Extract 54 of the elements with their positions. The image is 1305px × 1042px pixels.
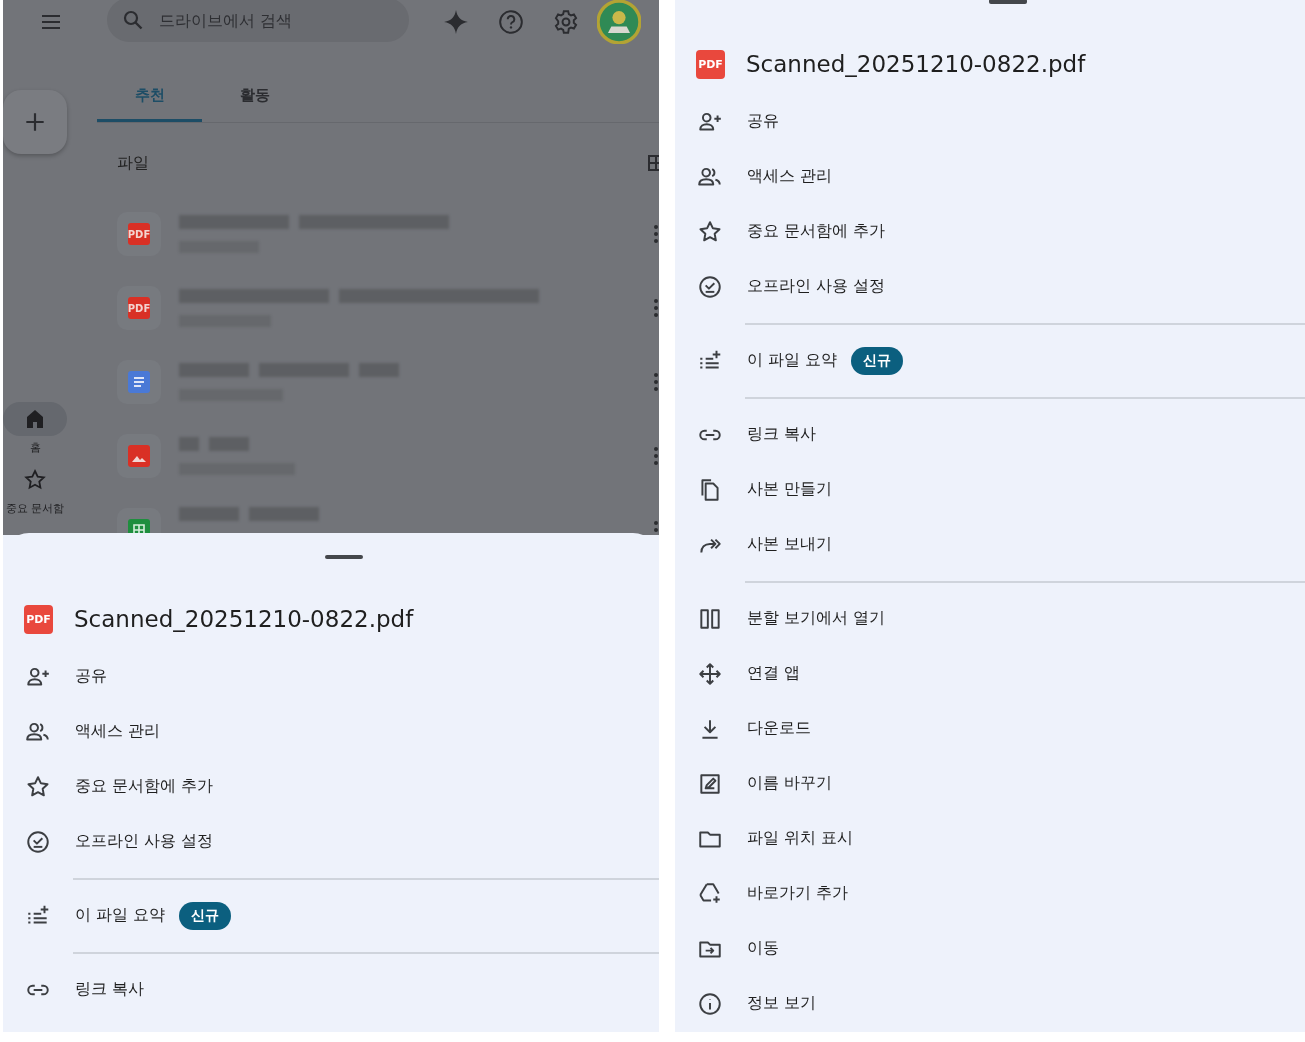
menu-item[interactable]: 분할 보기에서 열기 — [675, 591, 1305, 646]
menu-item[interactable]: 오프라인 사용 설정 — [3, 814, 659, 869]
info-icon — [697, 990, 723, 1017]
menu-item[interactable]: 중요 문서함에 추가 — [3, 759, 659, 814]
menu-item[interactable]: 사본 만들기 — [675, 462, 1305, 517]
more-icon[interactable] — [653, 224, 659, 244]
check-circle-icon — [697, 273, 723, 300]
menu-item[interactable]: 링크 복사 — [3, 962, 659, 1017]
more-icon[interactable] — [653, 298, 659, 318]
nav-label: 홈 — [29, 440, 41, 455]
file-name: Scanned_20251210-0822.pdf — [74, 606, 414, 632]
file-type-icon: PDF — [117, 286, 161, 330]
nav-label: 중요 문서함 — [5, 501, 65, 516]
pdf-icon: PDF — [696, 49, 725, 79]
menu-item[interactable]: 오프라인 사용 설정 — [675, 259, 1305, 314]
menu-item[interactable]: 이 파일 요약 신규 — [3, 888, 659, 943]
menu-item[interactable]: 액세스 관리 — [3, 704, 659, 759]
more-icon[interactable] — [653, 372, 659, 392]
file-type-icon: PDF — [117, 212, 161, 256]
new-badge: 신규 — [851, 346, 904, 375]
move-arrows-icon — [697, 660, 723, 687]
menu-item[interactable]: 사본 보내기 — [675, 517, 1305, 572]
menu-item[interactable]: 바로가기 추가 — [675, 866, 1305, 921]
new-badge: 신규 — [179, 901, 232, 930]
menu-item[interactable]: 이름 바꾸기 — [675, 756, 1305, 811]
menu-item[interactable]: 중요 문서함에 추가 — [675, 204, 1305, 259]
check-circle-icon — [25, 828, 51, 855]
sparkle-icon[interactable] — [443, 9, 469, 35]
search-icon — [121, 8, 145, 32]
menu-item[interactable]: 다운로드 — [675, 701, 1305, 756]
star-icon — [23, 468, 47, 492]
menu-item[interactable]: 연결 앱 — [675, 646, 1305, 701]
file-type-icon — [117, 360, 161, 404]
menu-item[interactable]: 정보 보기 — [675, 976, 1305, 1031]
section-title: 파일 — [117, 152, 149, 174]
file-type-icon — [117, 434, 161, 478]
drag-handle[interactable] — [989, 0, 1027, 4]
menu-item[interactable]: 공유 — [3, 649, 659, 704]
drag-handle[interactable] — [325, 555, 363, 559]
avatar-icon[interactable] — [597, 0, 641, 44]
menu-item[interactable]: 공유 — [675, 94, 1305, 149]
more-icon[interactable] — [653, 446, 659, 466]
home-nav-button[interactable] — [3, 402, 67, 436]
menu-item[interactable]: 이 파일 요약 신규 — [675, 333, 1305, 388]
search-field[interactable]: 드라이브에서 검색 — [107, 0, 409, 42]
pdf-icon: PDF — [24, 604, 53, 634]
menu-item[interactable]: 이동 — [675, 921, 1305, 976]
help-icon[interactable] — [498, 9, 524, 35]
menu-item[interactable]: 링크 복사 — [675, 407, 1305, 462]
more-icon[interactable] — [653, 520, 659, 535]
file-name: Scanned_20251210-0822.pdf — [746, 51, 1086, 77]
settings-icon[interactable] — [553, 9, 579, 35]
menu-item[interactable]: 액세스 관리 — [675, 149, 1305, 204]
menu-item[interactable]: 파일 위치 표시 — [675, 811, 1305, 866]
